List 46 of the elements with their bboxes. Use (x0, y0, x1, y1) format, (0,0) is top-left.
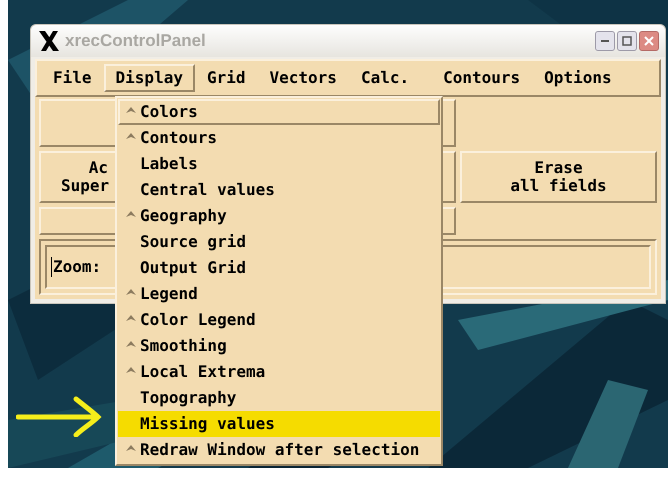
menu-option[interactable]: Smoothing (118, 333, 440, 359)
menu-item[interactable]: File (41, 64, 104, 92)
menu-item[interactable]: Grid (194, 64, 258, 92)
option-label: Smoothing (140, 335, 227, 357)
menu-item[interactable]: Vectors (258, 64, 349, 92)
option-label: Output Grid (140, 257, 246, 279)
option-label: Legend (140, 283, 198, 305)
option-label: Labels (140, 153, 198, 175)
arrow-icon (16, 395, 102, 437)
minimize-button[interactable] (595, 31, 615, 51)
zoom-text: Zoom: (53, 256, 102, 278)
menu-option[interactable]: Central values (118, 177, 440, 203)
option-label: Source grid (140, 231, 246, 253)
menu-item[interactable]: Contours (431, 64, 532, 92)
x-logo-icon (37, 29, 61, 53)
option-label: Central values (140, 179, 275, 201)
erase-button[interactable]: Erase all fields (460, 151, 657, 203)
menu-option[interactable]: Missing values (118, 411, 440, 437)
option-label: Contours (140, 127, 218, 149)
menu-option[interactable]: Source grid (118, 229, 440, 255)
menu-option[interactable]: Colors (118, 99, 440, 125)
menu-option[interactable]: Labels (118, 151, 440, 177)
menu-option[interactable]: Output Grid (118, 255, 440, 281)
window-title: xrecControlPanel (65, 30, 206, 52)
menu-item[interactable]: Calc. (348, 64, 422, 92)
option-label: Geography (140, 205, 227, 227)
menu-option[interactable]: Local Extrema (118, 359, 440, 385)
menu-option[interactable]: Geography (118, 203, 440, 229)
menu-item[interactable]: Options (532, 64, 624, 92)
option-label: Color Legend (140, 309, 256, 331)
option-label: Redraw Window after selection (140, 439, 420, 461)
menu-option[interactable]: Color Legend (118, 307, 440, 333)
close-button[interactable] (639, 31, 659, 51)
menu-option[interactable]: Redraw Window after selection (118, 437, 440, 463)
maximize-button[interactable] (617, 31, 637, 51)
close-icon (644, 36, 654, 46)
option-label: Topography (140, 387, 236, 409)
maximize-icon (622, 36, 632, 46)
menu-item[interactable]: Display (104, 64, 195, 92)
menu-option[interactable]: Contours (118, 125, 440, 151)
menu-option[interactable]: Legend (118, 281, 440, 307)
menu-option[interactable]: Topography (118, 385, 440, 411)
option-label: Local Extrema (140, 361, 266, 383)
minimize-icon (601, 40, 609, 42)
option-label: Colors (140, 101, 198, 123)
option-label: Missing values (140, 413, 275, 435)
